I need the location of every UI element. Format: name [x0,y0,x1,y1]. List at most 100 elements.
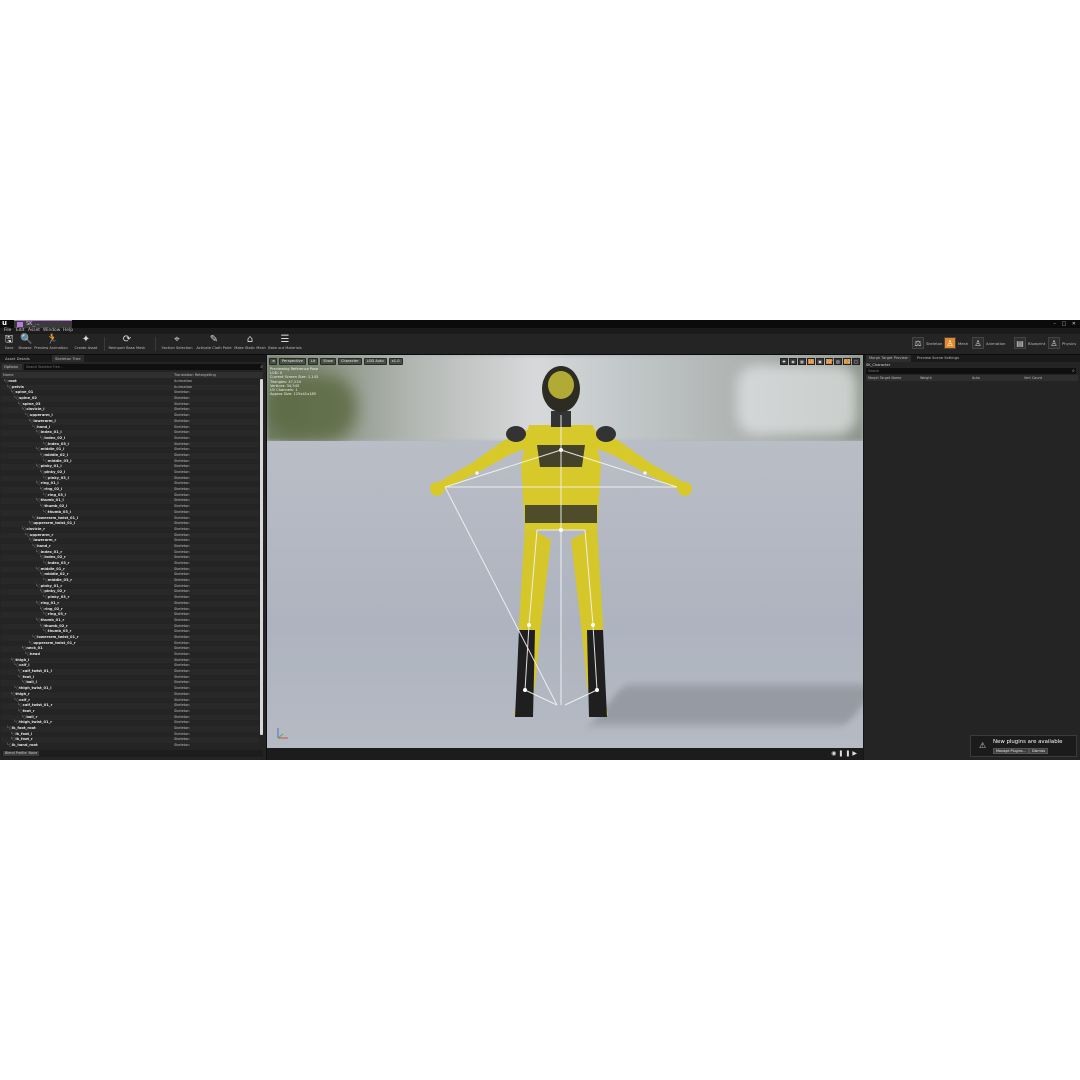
unreal-logo-icon: u [2,320,7,327]
bone-list: rootAnimationpelvisAnimationspine_01Skel… [1,379,259,747]
joint-right-knee [591,623,595,627]
activate-cloth-paint-button[interactable]: ✎ Activate Cloth Paint [196,335,232,353]
preview-viewport[interactable]: ≡ Perspective Lit Show Character LOD Aut… [267,355,863,748]
column-weight[interactable]: Weight [920,375,932,381]
viewport-playback-bar: ◉❚❚▶ [267,748,863,760]
grid-size-button[interactable]: ▣ [816,358,824,365]
window-controls[interactable]: – □ ✕ [1053,320,1078,328]
toolbar-separator [104,337,105,351]
create-asset-button[interactable]: ✦ Create Asset [72,335,100,353]
left-panel-footer: Blend Profile: None [1,750,263,757]
morph-target-header: Morph Target Name Weight Auto Vert Count [866,375,1078,381]
joint-pelvis [559,528,563,532]
title-bar: u SK_... – □ ✕ [0,320,1080,328]
tab-asset-details[interactable]: Asset Details [2,355,33,362]
toolbar-separator [155,337,156,351]
skeleton-mode-icon: ⚖ [912,337,924,349]
stats-line: Approx Size: 125x41x185 [270,392,317,397]
joint-spine [559,448,563,452]
browse-button[interactable]: 🔍 Browse [16,335,34,353]
mode-mesh-button[interactable]: ♙ Mesh [944,336,968,350]
skeleton-search-input[interactable] [24,364,262,370]
blend-profile-dropdown[interactable]: Blend Profile: None [3,751,40,756]
dismiss-button[interactable]: Dismiss [1029,748,1049,754]
column-translation-retargeting[interactable]: Translation Retargeting [174,372,216,378]
show-button[interactable]: Show [320,358,336,365]
preview-animation-button[interactable]: 🏃 Preview Animation [34,335,68,353]
save-button[interactable]: 🖫 Save [2,335,16,353]
save-icon: 🖫 [4,334,14,345]
scale-value-button[interactable]: 0.25 [843,358,853,365]
column-vert-count[interactable]: Vert Count [1024,375,1042,381]
viewport-transform-tools: ✚ ◉ ▦ 10 ▣ 10° ▧ 0.25 ▢ [780,358,860,365]
retargeting-dropdown[interactable]: Skeleton [174,743,190,747]
warning-icon: ⚠ [979,741,987,750]
column-name[interactable]: Name [3,372,14,378]
playback-speed-button[interactable]: x1.0 [388,358,403,365]
character-preview [430,366,692,717]
mode-physics-button[interactable]: ♙ Physics [1048,336,1076,350]
lit-button[interactable]: Lit [307,358,319,365]
bone-row[interactable]: ik_hand_root Skeleton [1,743,259,747]
tab-morph-target-preview[interactable]: Morph Target Preview [866,355,911,362]
perspective-button[interactable]: Perspective [279,358,306,365]
mesh-mode-icon: ♙ [944,337,956,349]
options-dropdown[interactable]: Options [2,364,22,370]
translate-tool-button[interactable]: ✚ [780,358,788,365]
plugins-notification: ⚠ New plugins are available Manage Plugi… [970,735,1077,757]
physics-mode-icon: ♙ [1048,337,1060,349]
viewport-toolbar: ≡ Perspective Lit Show Character LOD Aut… [269,358,403,365]
joint-right-elbow [643,471,647,475]
playback-controls[interactable]: ◉❚❚▶ [831,750,859,758]
joint-right-ankle [595,688,599,692]
axis-gizmo-icon [277,728,288,739]
stats-line: Current Screen Size: 1.143 [270,375,319,380]
rotate-tool-button[interactable]: ◉ [789,358,797,365]
scale-tool-button[interactable]: ▦ [798,358,806,365]
morph-search-input[interactable] [866,368,1076,374]
left-shoulder-pad [506,426,526,442]
lod-button[interactable]: LOD Auto [363,358,387,365]
static-mesh-icon: ⌂ [246,334,254,345]
make-static-mesh-button[interactable]: ⌂ Make Static Mesh [234,335,266,353]
section-selection-button[interactable]: ⌖ Section Selection [160,335,194,353]
maximize-viewport-button[interactable]: ▢ [852,358,860,365]
bake-out-materials-button[interactable]: ☰ Bake out Materials [268,335,302,353]
search-icon: ⌕ [260,364,263,370]
search-icon: ⌕ [1072,368,1075,374]
skeletal-mesh-icon [17,322,23,327]
main-toolbar: 🖫 Save 🔍 Browse 🏃 Preview Animation ✦ Cr… [0,334,1080,355]
blueprint-mode-icon: ▤ [1014,337,1026,349]
rotation-snap-button[interactable]: 10° [825,358,833,365]
manage-plugins-button[interactable]: Manage Plugins... [993,748,1029,754]
left-hand [430,482,444,496]
skeleton-tree-scrollbar[interactable] [260,379,263,735]
mode-animation-button[interactable]: ♙ Animation [972,336,1005,350]
right-hand [678,482,692,496]
grid-snap-button[interactable]: 10 [807,358,815,365]
section-selection-icon: ⌖ [174,334,180,345]
browse-icon: 🔍 [20,334,33,345]
tab-preview-scene-settings[interactable]: Preview Scene Settings [914,355,962,362]
character-button[interactable]: Character [337,358,362,365]
bone-name: ik_hand_root [7,743,38,747]
mode-skeleton-button[interactable]: ⚖ Skeleton [912,336,942,350]
tab-skeleton-tree[interactable]: Skeleton Tree [52,355,84,362]
document-tab[interactable]: SK_... [14,320,72,328]
joint-left-ankle [523,688,527,692]
column-auto[interactable]: Auto [972,375,980,381]
skeleton-search-bar: Options ⌕ [1,364,265,370]
reimport-base-mesh-button[interactable]: ⟳ Reimport Base Mesh [108,335,146,353]
mode-blueprint-button[interactable]: ▤ Blueprint [1014,336,1045,350]
right-panel-tabs: Morph Target Preview Preview Scene Setti… [864,355,1080,362]
viewport-menu-button[interactable]: ≡ [269,358,277,365]
right-boot [587,630,607,717]
joint-left-knee [527,623,531,627]
column-morph-target-name[interactable]: Morph Target Name [868,375,901,381]
scale-snap-button[interactable]: ▧ [834,358,842,365]
skeleton-tree-header: Name Translation Retargeting [1,372,263,378]
create-asset-icon: ✦ [81,334,91,345]
right-shoulder-pad [596,426,616,442]
viewport-stats-overlay: Previewing Reference Pose LOD: 0 Current S… [270,367,318,396]
skeleton-tree-panel: Asset Details Skeleton Tree Options ⌕ Na… [0,355,267,760]
